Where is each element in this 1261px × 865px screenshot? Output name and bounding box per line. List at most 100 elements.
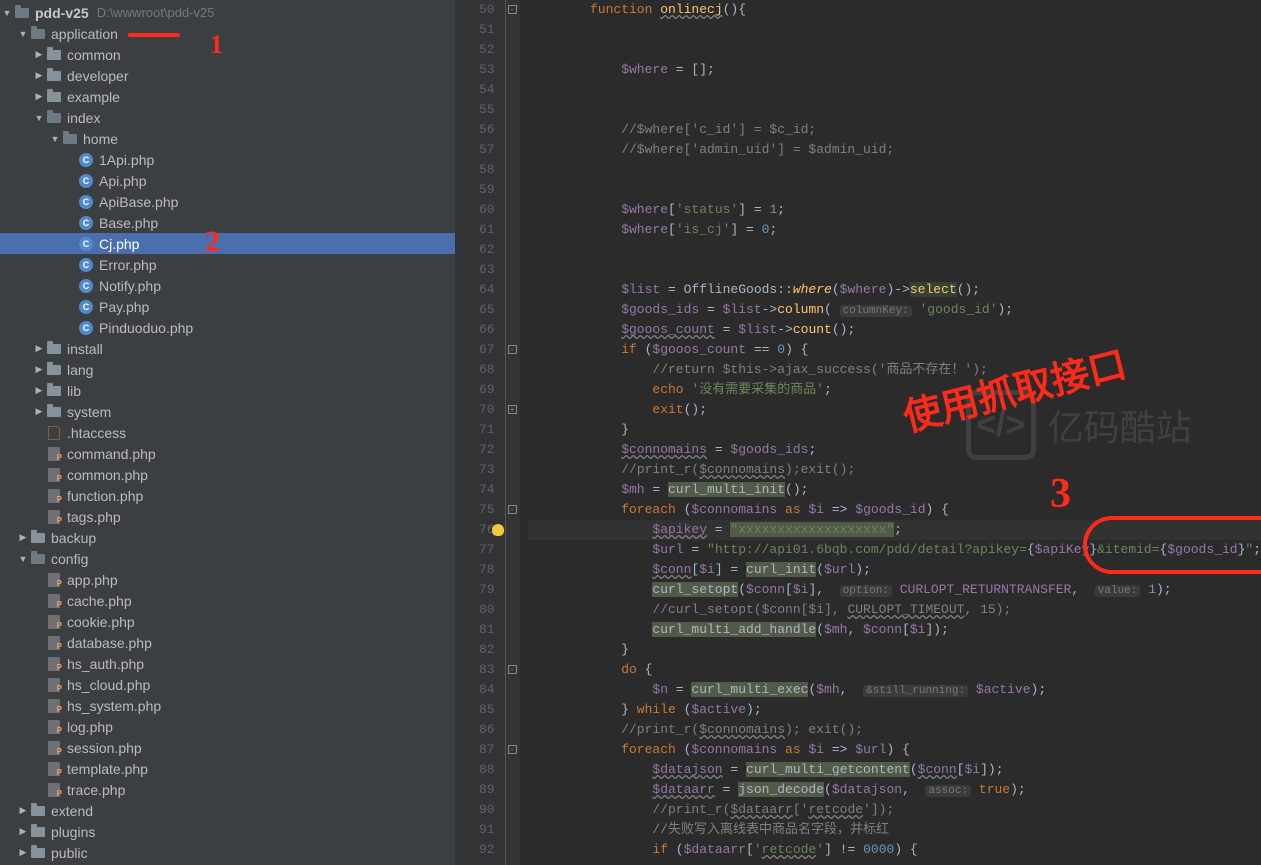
code-line[interactable]: foreach ($connomains as $i => $goods_id)… bbox=[528, 500, 1261, 520]
code-line[interactable]: echo '没有需要采集的商品'; bbox=[528, 380, 1261, 400]
code-line[interactable]: do { bbox=[528, 660, 1261, 680]
code-content[interactable]: function onlinecj(){ $where = []; //$whe… bbox=[520, 0, 1261, 865]
fold-toggle-icon[interactable]: - bbox=[508, 345, 517, 354]
code-line[interactable]: } while ($active); bbox=[528, 700, 1261, 720]
tree-arrow-icon[interactable] bbox=[16, 804, 30, 818]
code-line[interactable]: foreach ($connomains as $i => $url) { bbox=[528, 740, 1261, 760]
code-line[interactable]: //$where['admin_uid'] = $admin_uid; bbox=[528, 140, 1261, 160]
tree-item-Cj-php[interactable]: Cj.php bbox=[0, 233, 455, 254]
code-line[interactable] bbox=[528, 40, 1261, 60]
tree-arrow-icon[interactable] bbox=[32, 342, 46, 356]
fold-toggle-icon[interactable]: - bbox=[508, 505, 517, 514]
tree-arrow-icon[interactable] bbox=[16, 27, 30, 41]
tree-item-Api-php[interactable]: Api.php bbox=[0, 170, 455, 191]
tree-arrow-icon[interactable] bbox=[32, 384, 46, 398]
code-line[interactable]: $connomains = $goods_ids; bbox=[528, 440, 1261, 460]
code-line[interactable]: $mh = curl_multi_init(); bbox=[528, 480, 1261, 500]
tree-arrow-icon[interactable] bbox=[16, 846, 30, 860]
fold-toggle-icon[interactable]: - bbox=[508, 665, 517, 674]
intention-bulb-icon[interactable] bbox=[492, 524, 504, 536]
tree-arrow-icon[interactable] bbox=[32, 90, 46, 104]
tree-item-plugins[interactable]: plugins bbox=[0, 821, 455, 842]
tree-arrow-icon[interactable] bbox=[16, 552, 30, 566]
code-line[interactable]: $dataarr = json_decode($datajson, assoc:… bbox=[528, 780, 1261, 800]
tree-item-system[interactable]: system bbox=[0, 401, 455, 422]
tree-item-hs_cloud-php[interactable]: hs_cloud.php bbox=[0, 674, 455, 695]
tree-arrow-icon[interactable] bbox=[32, 48, 46, 62]
tree-arrow-icon[interactable] bbox=[0, 6, 14, 20]
code-line[interactable]: function onlinecj(){ bbox=[528, 0, 1261, 20]
code-line[interactable]: $list = OfflineGoods::where($where)->sel… bbox=[528, 280, 1261, 300]
tree-item-Pinduoduo-php[interactable]: Pinduoduo.php bbox=[0, 317, 455, 338]
tree-item-cache-php[interactable]: cache.php bbox=[0, 590, 455, 611]
code-line[interactable]: $gooos_count = $list->count(); bbox=[528, 320, 1261, 340]
code-line[interactable]: $n = curl_multi_exec($mh, &still_running… bbox=[528, 680, 1261, 700]
code-line[interactable]: $apikey = "xxxxxxxxxxxxxxxxxxx"; bbox=[528, 520, 1261, 540]
tree-item-database-php[interactable]: database.php bbox=[0, 632, 455, 653]
tree-item-install[interactable]: install bbox=[0, 338, 455, 359]
code-line[interactable]: $where['is_cj'] = 0; bbox=[528, 220, 1261, 240]
project-tree[interactable]: pdd-v25D:\wwwroot\pdd-v25applicationcomm… bbox=[0, 0, 456, 865]
tree-arrow-icon[interactable] bbox=[32, 111, 46, 125]
tree-item-Base-php[interactable]: Base.php bbox=[0, 212, 455, 233]
tree-arrow-icon[interactable] bbox=[32, 69, 46, 83]
code-line[interactable]: $conn[$i] = curl_init($url); bbox=[528, 560, 1261, 580]
tree-arrow-icon[interactable] bbox=[16, 531, 30, 545]
code-line[interactable] bbox=[528, 260, 1261, 280]
code-line[interactable]: //print_r($connomains); exit(); bbox=[528, 720, 1261, 740]
code-line[interactable]: //curl_setopt($conn[$i], CURLOPT_TIMEOUT… bbox=[528, 600, 1261, 620]
tree-item-session-php[interactable]: session.php bbox=[0, 737, 455, 758]
code-line[interactable]: $where['status'] = 1; bbox=[528, 200, 1261, 220]
code-editor[interactable]: 5051525354555657585960616263646566676869… bbox=[456, 0, 1261, 865]
fold-toggle-icon[interactable]: - bbox=[508, 745, 517, 754]
tree-item-tags-php[interactable]: tags.php bbox=[0, 506, 455, 527]
tree-arrow-icon[interactable] bbox=[16, 825, 30, 839]
tree-item-common-php[interactable]: common.php bbox=[0, 464, 455, 485]
tree-arrow-icon[interactable] bbox=[48, 132, 62, 146]
tree-item-Error-php[interactable]: Error.php bbox=[0, 254, 455, 275]
code-line[interactable]: } bbox=[528, 640, 1261, 660]
tree-item-hs_system-php[interactable]: hs_system.php bbox=[0, 695, 455, 716]
tree-item--htaccess[interactable]: .htaccess bbox=[0, 422, 455, 443]
code-line[interactable] bbox=[528, 240, 1261, 260]
code-line[interactable]: $where = []; bbox=[528, 60, 1261, 80]
code-line[interactable]: //print_r($connomains);exit(); bbox=[528, 460, 1261, 480]
tree-item-home[interactable]: home bbox=[0, 128, 455, 149]
code-line[interactable]: if ($gooos_count == 0) { bbox=[528, 340, 1261, 360]
tree-item-1Api-php[interactable]: 1Api.php bbox=[0, 149, 455, 170]
code-line[interactable]: curl_setopt($conn[$i], option: CURLOPT_R… bbox=[528, 580, 1261, 600]
code-line[interactable]: curl_multi_add_handle($mh, $conn[$i]); bbox=[528, 620, 1261, 640]
tree-item-trace-php[interactable]: trace.php bbox=[0, 779, 455, 800]
code-line[interactable] bbox=[528, 20, 1261, 40]
code-line[interactable]: $datajson = curl_multi_getcontent($conn[… bbox=[528, 760, 1261, 780]
code-line[interactable] bbox=[528, 100, 1261, 120]
code-line[interactable]: $url = "http://api01.6bqb.com/pdd/detail… bbox=[528, 540, 1261, 560]
code-line[interactable]: //return $this->ajax_success('商品不存在！'); bbox=[528, 360, 1261, 380]
fold-toggle-icon[interactable]: + bbox=[508, 405, 517, 414]
code-line[interactable] bbox=[528, 80, 1261, 100]
tree-item-pdd-v25[interactable]: pdd-v25D:\wwwroot\pdd-v25 bbox=[0, 2, 455, 23]
tree-item-Pay-php[interactable]: Pay.php bbox=[0, 296, 455, 317]
tree-item-application[interactable]: application bbox=[0, 23, 455, 44]
tree-item-lib[interactable]: lib bbox=[0, 380, 455, 401]
tree-item-config[interactable]: config bbox=[0, 548, 455, 569]
code-line[interactable]: exit(); bbox=[528, 400, 1261, 420]
tree-item-cookie-php[interactable]: cookie.php bbox=[0, 611, 455, 632]
tree-arrow-icon[interactable] bbox=[32, 405, 46, 419]
tree-item-common[interactable]: common bbox=[0, 44, 455, 65]
tree-item-example[interactable]: example bbox=[0, 86, 455, 107]
tree-arrow-icon[interactable] bbox=[32, 363, 46, 377]
tree-item-Notify-php[interactable]: Notify.php bbox=[0, 275, 455, 296]
tree-item-app-php[interactable]: app.php bbox=[0, 569, 455, 590]
code-line[interactable]: if ($dataarr['retcode'] != 0000) { bbox=[528, 840, 1261, 860]
tree-item-hs_auth-php[interactable]: hs_auth.php bbox=[0, 653, 455, 674]
tree-item-backup[interactable]: backup bbox=[0, 527, 455, 548]
tree-item-extend[interactable]: extend bbox=[0, 800, 455, 821]
code-line[interactable]: //print_r($dataarr['retcode']); bbox=[528, 800, 1261, 820]
tree-item-command-php[interactable]: command.php bbox=[0, 443, 455, 464]
tree-item-developer[interactable]: developer bbox=[0, 65, 455, 86]
fold-gutter[interactable]: --+--- bbox=[506, 0, 520, 865]
tree-item-log-php[interactable]: log.php bbox=[0, 716, 455, 737]
tree-item-public[interactable]: public bbox=[0, 842, 455, 863]
code-line[interactable]: $goods_ids = $list->column( columnKey: '… bbox=[528, 300, 1261, 320]
